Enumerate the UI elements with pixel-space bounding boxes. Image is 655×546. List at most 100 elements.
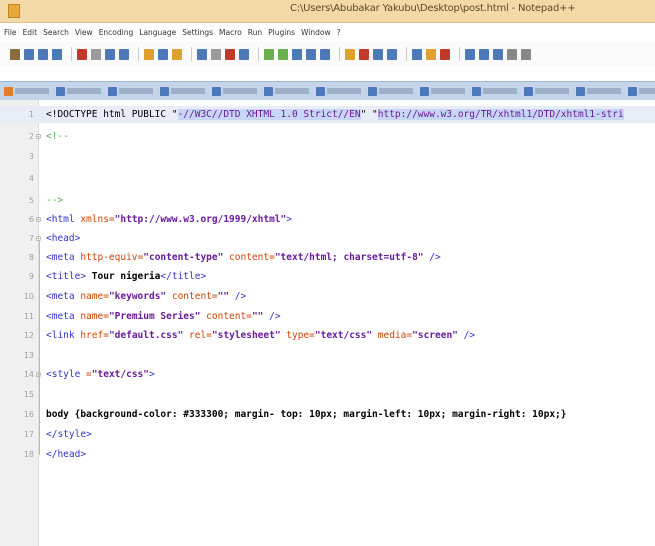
code-line[interactable]: 5 --> [0,192,655,209]
file-tab[interactable] [56,84,104,98]
code-token: type= [280,330,315,341]
file-tab[interactable] [368,84,416,98]
menu-window[interactable]: Window [301,28,331,37]
toolbar-button-icon[interactable] [493,48,503,60]
fold-marker-icon[interactable]: ⊟ [36,128,44,145]
code-text: <head> [46,230,80,247]
menu-view[interactable]: View [75,28,93,37]
tab-label [639,88,655,94]
file-tab[interactable] [160,84,208,98]
toolbar-button-icon[interactable] [426,48,436,60]
toolbar-button-icon[interactable] [77,48,87,60]
code-line[interactable]: 4 [0,170,655,187]
line-number: 14 [23,370,34,379]
menu-run[interactable]: Run [248,28,262,37]
fold-marker-icon[interactable]: ⊟ [36,230,44,247]
code-token: "http://www.w3.org/1999/xhtml" [114,214,287,225]
toolbar-button-icon[interactable] [278,48,288,60]
file-icon [420,86,429,96]
file-tab[interactable] [628,84,655,98]
toolbar-button-icon[interactable] [465,48,475,60]
code-token: <link [46,330,81,341]
toolbar-button-icon[interactable] [38,48,48,60]
toolbar-button-icon[interactable] [144,48,154,60]
code-line[interactable]: 18 </head> [0,446,655,463]
toolbar-button-icon[interactable] [479,48,489,60]
code-line[interactable]: 12 <link href="default.css" rel="styleshe… [0,327,655,344]
file-icon [4,86,13,96]
code-line[interactable]: 8 <meta http-equiv="content-type" content… [0,249,655,266]
toolbar-button-icon[interactable] [359,48,369,60]
code-line[interactable]: 2 ⊟ <!-- [0,128,655,145]
code-line[interactable]: 16 body {background-color: #333300; margi… [0,406,655,423]
code-token: name= [80,291,109,302]
menu-[interactable]: ? [337,28,341,37]
file-icon [472,86,481,96]
toolbar-button-icon[interactable] [52,48,62,60]
file-tab[interactable] [576,84,624,98]
menu-encoding[interactable]: Encoding [99,28,134,37]
file-tab[interactable] [420,84,468,98]
fold-marker-icon[interactable]: ⊟ [36,211,44,228]
menu-plugins[interactable]: Plugins [268,28,295,37]
toolbar-button-icon[interactable] [345,48,355,60]
menu-edit[interactable]: Edit [23,28,38,37]
toolbar-button-icon[interactable] [172,48,182,60]
toolbar-button-icon[interactable] [197,48,207,60]
code-line[interactable]: 10 <meta name="keywords" content="" /> [0,288,655,305]
code-token: "Premium Series" [108,311,201,322]
file-tab[interactable] [472,84,520,98]
toolbar-button-icon[interactable] [440,48,450,60]
toolbar-button-icon[interactable] [10,48,20,60]
toolbar-button-icon[interactable] [521,48,531,60]
code-line[interactable]: 9 <title> Tour nigeria</title> [0,268,655,285]
file-tab[interactable] [212,84,260,98]
file-tab[interactable] [316,84,364,98]
code-token: /> [263,311,281,322]
toolbar-button-icon[interactable] [225,48,235,60]
code-line[interactable]: 14⊟<style ="text/css"> [0,366,655,383]
toolbar-button-icon[interactable] [306,48,316,60]
toolbar-button-icon[interactable] [373,48,383,60]
menu-settings[interactable]: Settings [182,28,213,37]
line-number: 5 [28,196,34,205]
menu-macro[interactable]: Macro [219,28,242,37]
menu-search[interactable]: Search [43,28,69,37]
code-line[interactable]: 7 ⊟ <head> [0,230,655,247]
toolbar-button-icon[interactable] [412,48,422,60]
toolbar-button-icon[interactable] [105,48,115,60]
toolbar-button-icon[interactable] [320,48,330,60]
code-line[interactable]: 6 ⊟ <html xmlns="http://www.w3.org/1999/xh… [0,211,655,228]
toolbar-separator [71,47,72,61]
toolbar-button-icon[interactable] [91,48,101,60]
toolbar-button-icon[interactable] [211,48,221,60]
code-line[interactable]: 11 <meta name="Premium Series" content=""… [0,308,655,325]
file-tab[interactable] [108,84,156,98]
code-token: <meta [46,311,81,322]
file-tab[interactable] [524,84,572,98]
toolbar-button-icon[interactable] [119,48,129,60]
line-number: 7 [28,234,34,243]
file-tab[interactable] [264,84,312,98]
line-number: 17 [23,430,34,439]
window-title: C:\Users\Abubakar Yakubu\Desktop\post.ht… [290,3,576,14]
code-line[interactable]: 15 [0,386,655,403]
code-editor[interactable]: 1 <!DOCTYPE html PUBLIC "-//W3C//DTD XHTM… [0,100,655,546]
toolbar-button-icon[interactable] [292,48,302,60]
toolbar-button-icon[interactable] [264,48,274,60]
menu-language[interactable]: Language [139,28,176,37]
line-number: 16 [23,410,34,419]
toolbar-button-icon[interactable] [239,48,249,60]
code-line[interactable]: 13 [0,347,655,364]
code-line[interactable]: 1 <!DOCTYPE html PUBLIC "-//W3C//DTD XHTM… [0,106,655,123]
file-tab[interactable] [4,84,52,98]
menu-file[interactable]: File [4,28,17,37]
toolbar-button-icon[interactable] [158,48,168,60]
code-line[interactable]: 3 [0,148,655,165]
code-line[interactable]: 17 </style> [0,426,655,443]
file-icon [628,86,637,96]
fold-marker-icon[interactable]: ⊟ [36,366,44,383]
toolbar-button-icon[interactable] [24,48,34,60]
toolbar-button-icon[interactable] [507,48,517,60]
toolbar-button-icon[interactable] [387,48,397,60]
